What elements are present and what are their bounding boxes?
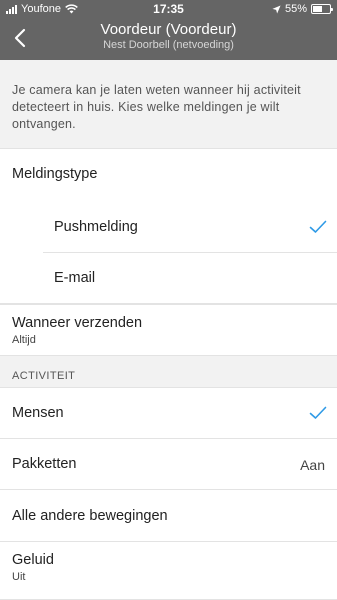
sound-value: Uit <box>12 571 26 583</box>
checkmark-icon <box>309 220 327 233</box>
status-bar: Youfone 17:35 55% <box>0 0 337 18</box>
activity-label: Mensen <box>12 405 64 421</box>
notification-type-label: Meldingstype <box>12 166 98 182</box>
send-when-label: Wanneer verzenden <box>12 315 143 331</box>
location-arrow-icon <box>272 4 281 14</box>
page-subtitle: Nest Doorbell (netvoeding) <box>103 39 234 51</box>
sound-row[interactable]: Geluid Uit <box>0 542 337 600</box>
activity-section-header: ACTIVITEIT <box>0 356 337 388</box>
header-titles: Voordeur (Voordeur) Nest Doorbell (netvo… <box>0 21 337 51</box>
battery-icon <box>311 4 333 14</box>
page-title: Voordeur (Voordeur) <box>100 21 237 38</box>
activity-label: Alle andere bewegingen <box>12 508 168 524</box>
packages-value: Aan <box>300 457 325 473</box>
checkmark-icon <box>309 406 327 419</box>
battery-percentage: 55% <box>284 3 307 15</box>
option-label: E-mail <box>54 270 96 286</box>
status-right: 55% <box>272 3 333 15</box>
send-when-value: Altijd <box>12 334 36 346</box>
option-label: Pushmelding <box>54 219 138 235</box>
activity-item-other-motion[interactable]: Alle andere bewegingen <box>0 490 337 542</box>
activity-header-label: ACTIVITEIT <box>12 370 76 382</box>
option-push-notification[interactable]: Pushmelding <box>43 202 337 253</box>
activity-label: Pakketten <box>12 456 77 472</box>
sound-label: Geluid <box>12 552 54 568</box>
activity-item-packages[interactable]: Pakketten Aan <box>0 439 337 490</box>
activity-item-people[interactable]: Mensen <box>0 388 337 439</box>
intro-text: Je camera kan je laten weten wanneer hij… <box>0 60 337 148</box>
battery-level <box>313 6 322 12</box>
option-email[interactable]: E-mail <box>43 253 337 304</box>
app-header: Youfone 17:35 55% Voordeur (Voordeur) Ne… <box>0 0 337 60</box>
send-when-row[interactable]: Wanneer verzenden Altijd <box>0 304 337 356</box>
